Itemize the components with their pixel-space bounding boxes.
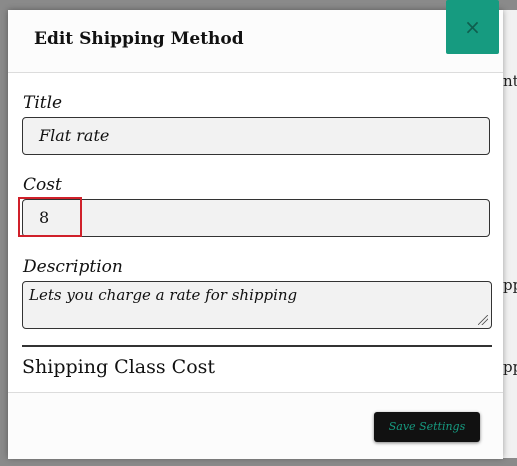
section-divider [22,345,492,347]
description-text: Lets you charge a rate for shipping [29,286,298,304]
title-input[interactable]: Flat rate [22,117,490,155]
background-text-fragment: pp [503,276,517,294]
modal-title: Edit Shipping Method [34,29,244,49]
modal-header: Edit Shipping Method [8,10,503,73]
cost-input[interactable]: 8 [22,199,490,237]
edit-shipping-method-modal: Edit Shipping Method Title Flat rate Cos… [8,10,503,459]
cost-label: Cost [23,175,62,195]
background-page: nt pp pp [503,10,517,458]
background-text-fragment: nt [503,72,517,90]
title-label: Title [23,93,63,113]
cost-highlight-box [18,197,82,237]
save-settings-button[interactable]: Save Settings [374,412,480,442]
close-button[interactable]: × [446,0,499,54]
modal-body: Title Flat rate Cost 8 Description Lets … [8,73,503,391]
description-label: Description [23,257,123,277]
description-textarea[interactable]: Lets you charge a rate for shipping [22,281,492,329]
shipping-class-cost-heading: Shipping Class Cost [22,356,216,378]
close-icon: × [464,15,481,39]
background-text-fragment: pp [503,358,517,376]
resize-grip-icon[interactable] [478,315,488,325]
modal-footer: Save Settings [8,392,503,459]
